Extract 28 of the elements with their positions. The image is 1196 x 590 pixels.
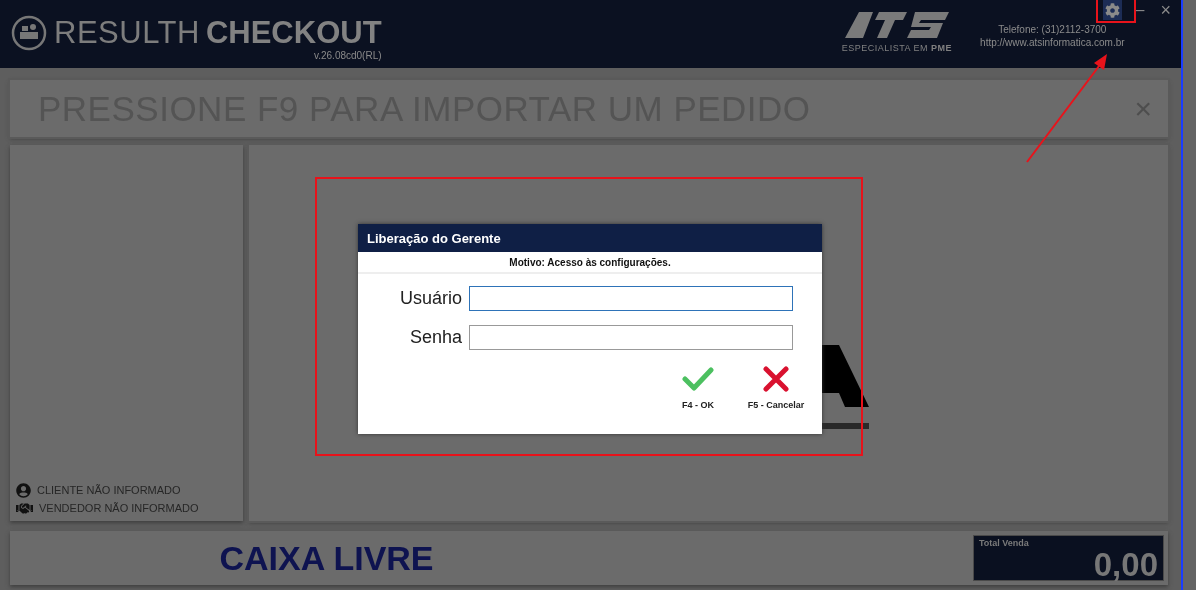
check-icon bbox=[682, 366, 714, 392]
minimize-button[interactable]: – bbox=[1133, 0, 1147, 20]
input-field[interactable] bbox=[469, 325, 793, 350]
brand-title-bold: CHECKOUT bbox=[205, 15, 382, 51]
field-label: Usuário bbox=[399, 288, 462, 309]
annotation-frame bbox=[1096, 0, 1136, 23]
total-value: 0,00 bbox=[1092, 548, 1158, 582]
partner-tagline: ESPECIALISTA EM PME bbox=[841, 43, 953, 53]
cash-register-icon bbox=[10, 14, 48, 52]
ok-button[interactable]: F4 - OK bbox=[666, 366, 730, 410]
user-icon bbox=[16, 482, 31, 498]
version-text: v.26.08cd0(RL) bbox=[313, 50, 382, 61]
settings-icon bbox=[1104, 2, 1120, 18]
close-button[interactable]: × bbox=[1158, 0, 1173, 20]
dialog-title: Liberação do Gerente bbox=[358, 224, 822, 252]
cross-icon bbox=[763, 366, 789, 392]
info-text: CLIENTE NÃO INFORMADO bbox=[37, 484, 181, 496]
phone-text: Telefone: (31)2112-3700 bbox=[998, 24, 1107, 35]
total-label: Total Venda bbox=[979, 538, 1030, 548]
reason-text: Motivo: Acesso às configurações. bbox=[358, 252, 822, 274]
cancel-button[interactable]: F5 - Cancelar bbox=[744, 366, 808, 410]
info-text: VENDEDOR NÃO INFORMADO bbox=[39, 502, 199, 514]
website-link[interactable]: http://www.atsinformatica.com.br bbox=[980, 37, 1125, 48]
status-text: CAIXA LIVRE bbox=[218, 538, 435, 578]
settings-button[interactable] bbox=[1102, 0, 1122, 20]
input-field[interactable] bbox=[469, 286, 793, 311]
field-label: Senha bbox=[409, 327, 462, 348]
brand-title-light: RESULTH bbox=[54, 15, 200, 51]
